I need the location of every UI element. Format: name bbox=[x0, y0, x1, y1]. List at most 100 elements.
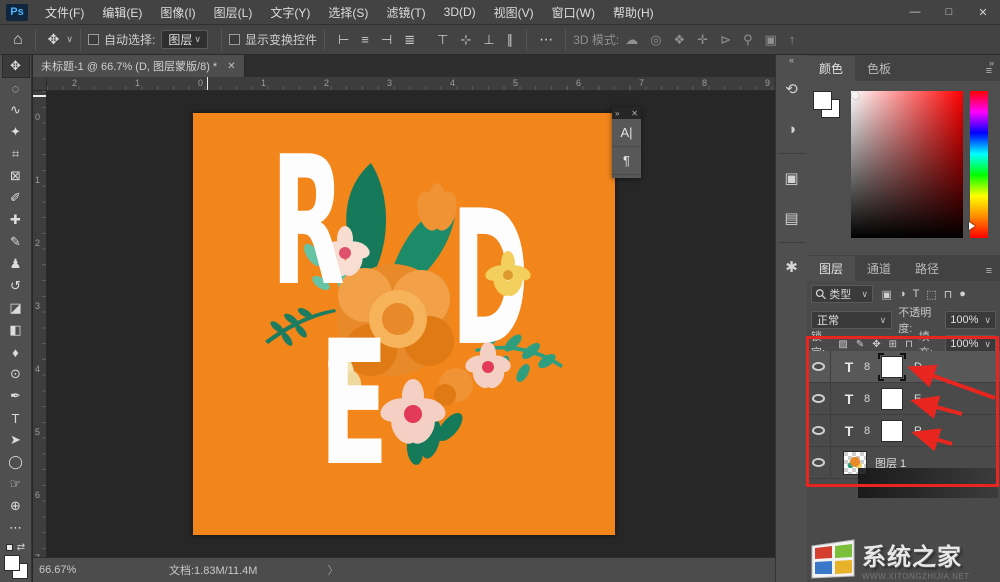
tab-paths[interactable]: 路径 bbox=[903, 256, 951, 281]
menu-layer[interactable]: 图层(L) bbox=[205, 0, 262, 25]
menu-filter[interactable]: 滤镜(T) bbox=[377, 0, 434, 25]
panel-menu-icon[interactable]: ≡ bbox=[986, 265, 992, 281]
hue-slider[interactable] bbox=[969, 91, 988, 238]
ruler-origin[interactable] bbox=[33, 77, 47, 91]
collapse-panels-icon[interactable]: » bbox=[989, 58, 994, 68]
zoom-tool[interactable]: ⊕ bbox=[3, 495, 29, 517]
more-options-icon[interactable]: ⋯ bbox=[534, 31, 558, 48]
clone-stamp-tool[interactable]: ♟ bbox=[3, 253, 29, 275]
auto-select-checkbox[interactable] bbox=[88, 34, 99, 45]
hand-tool[interactable]: ☞ bbox=[3, 473, 29, 495]
menu-type[interactable]: 文字(Y) bbox=[261, 0, 319, 25]
saturation-brightness-field[interactable] bbox=[851, 91, 963, 238]
menu-file[interactable]: 文件(F) bbox=[36, 0, 93, 25]
marquee-tool[interactable]: ◌ bbox=[3, 77, 29, 99]
align-justify-icon[interactable]: ≣ bbox=[398, 32, 421, 48]
color-field-marker[interactable] bbox=[852, 92, 859, 99]
foreground-color-swatch[interactable] bbox=[3, 555, 20, 571]
foreground-color-swatch[interactable] bbox=[813, 91, 832, 110]
blend-mode-dropdown[interactable]: 正常 ∨ bbox=[811, 311, 893, 329]
horizontal-ruler[interactable]: 2 1 0 1 2 3 4 5 6 7 8 9 bbox=[47, 77, 775, 91]
home-icon[interactable]: ⌂ bbox=[8, 31, 28, 49]
magic-wand-tool[interactable]: ✦ bbox=[3, 121, 29, 143]
properties-panel-icon[interactable]: ▤ bbox=[779, 205, 805, 231]
history-panel-icon[interactable]: ⟲ bbox=[779, 76, 805, 102]
tab-swatches[interactable]: 色板 bbox=[855, 56, 903, 81]
opacity-dropdown[interactable]: 100% ∨ bbox=[945, 311, 996, 329]
healing-brush-tool[interactable]: ✚ bbox=[3, 209, 29, 231]
status-chevron-icon[interactable]: 〉 bbox=[327, 562, 338, 578]
auto-select-dropdown[interactable]: 图层 ∨ bbox=[161, 30, 208, 49]
filter-shape-icon[interactable]: ⬚ bbox=[923, 288, 940, 301]
adjustments-panel-icon[interactable]: ◑ bbox=[779, 116, 805, 142]
paragraph-panel-button[interactable]: ¶ bbox=[612, 147, 641, 175]
menu-view[interactable]: 视图(V) bbox=[485, 0, 543, 25]
3d-slide-icon[interactable]: ✛ bbox=[691, 32, 714, 48]
expand-panels-icon[interactable]: « bbox=[789, 55, 794, 69]
character-panel-button[interactable]: A| bbox=[612, 119, 641, 147]
share-panel-icon[interactable]: ✱ bbox=[779, 254, 805, 280]
close-tab-icon[interactable]: ✕ bbox=[227, 61, 235, 72]
show-transform-checkbox[interactable] bbox=[228, 34, 240, 45]
menu-window[interactable]: 窗口(W) bbox=[543, 0, 604, 25]
collapse-icon[interactable]: » bbox=[615, 109, 619, 118]
vertical-ruler[interactable]: 01234567 bbox=[33, 91, 47, 557]
shape-tool[interactable]: ◯ bbox=[3, 451, 29, 473]
filter-toggle-icon[interactable]: ● bbox=[956, 288, 970, 301]
align-top-icon[interactable]: ⊤ bbox=[431, 32, 454, 48]
gradient-tool[interactable]: ◧ bbox=[3, 319, 29, 341]
tab-color[interactable]: 颜色 bbox=[807, 56, 856, 81]
align-middle-icon[interactable]: ⊹ bbox=[454, 32, 477, 48]
brush-tool[interactable]: ✎ bbox=[3, 231, 29, 253]
3d-roll-icon[interactable]: ◎ bbox=[644, 32, 667, 48]
share-icon[interactable]: ↑ bbox=[783, 32, 802, 48]
maximize-button[interactable]: □ bbox=[932, 0, 966, 25]
minimize-button[interactable]: — bbox=[898, 0, 932, 25]
foreground-background-swatches[interactable] bbox=[3, 555, 29, 581]
pen-tool[interactable]: ✒ bbox=[3, 385, 29, 407]
3d-camera-icon[interactable]: ⊳ bbox=[714, 32, 737, 48]
filter-pixel-icon[interactable]: ▣ bbox=[878, 288, 895, 301]
align-left-icon[interactable]: ⊢ bbox=[332, 32, 355, 48]
zoom-level[interactable]: 66.67% bbox=[39, 564, 109, 576]
blur-tool[interactable]: ♦ bbox=[3, 341, 29, 363]
menu-edit[interactable]: 编辑(E) bbox=[93, 0, 151, 25]
align-bottom-icon[interactable]: ⊥ bbox=[477, 32, 500, 48]
align-center-icon[interactable]: ≡ bbox=[355, 32, 375, 48]
frame-tool[interactable]: ⊠ bbox=[3, 165, 29, 187]
libraries-panel-icon[interactable]: ▣ bbox=[779, 165, 805, 191]
distribute-icon[interactable]: ∥ bbox=[501, 32, 520, 48]
canvas[interactable]: R D E bbox=[193, 113, 615, 535]
edit-toolbar[interactable]: ⋯ bbox=[3, 517, 29, 539]
workspace-icon[interactable]: ▣ bbox=[759, 32, 783, 48]
crop-tool[interactable]: ⌗ bbox=[3, 143, 29, 165]
3d-pan-icon[interactable]: ❖ bbox=[668, 32, 692, 48]
menu-select[interactable]: 选择(S) bbox=[319, 0, 377, 25]
close-button[interactable]: ✕ bbox=[966, 0, 1000, 25]
tab-channels[interactable]: 通道 bbox=[855, 256, 903, 281]
layer-filter-dropdown[interactable]: ⚲ 类型 ∨ bbox=[811, 284, 873, 303]
default-colors-icon[interactable]: ⇄ bbox=[5, 541, 25, 553]
align-right-icon[interactable]: ⊣ bbox=[375, 32, 398, 48]
dodge-tool[interactable]: ⊙ bbox=[3, 363, 29, 385]
type-tool[interactable]: T bbox=[3, 407, 29, 429]
move-tool-icon[interactable]: ✥ bbox=[43, 31, 65, 48]
filter-adjustment-icon[interactable]: ◑ bbox=[895, 288, 909, 301]
menu-3d[interactable]: 3D(D) bbox=[435, 0, 485, 25]
3d-orbit-icon[interactable]: ☁ bbox=[619, 32, 644, 48]
filter-type-icon[interactable]: T bbox=[909, 288, 923, 301]
color-swatches[interactable] bbox=[813, 91, 847, 125]
eyedropper-tool[interactable]: ✐ bbox=[3, 187, 29, 209]
swap-colors-icon[interactable]: ⇄ bbox=[17, 542, 25, 553]
menu-image[interactable]: 图像(I) bbox=[151, 0, 204, 25]
path-select-tool[interactable]: ➤ bbox=[3, 429, 29, 451]
document-tab[interactable]: 未标题-1 @ 66.7% (D, 图层蒙版/8) * ✕ bbox=[33, 55, 245, 77]
tool-preset-chevron-icon[interactable]: ∨ bbox=[66, 34, 73, 45]
tab-layers[interactable]: 图层 bbox=[807, 256, 856, 281]
move-tool[interactable]: ✥ bbox=[1, 54, 30, 78]
close-icon[interactable]: ✕ bbox=[631, 109, 638, 118]
history-brush-tool[interactable]: ↺ bbox=[3, 275, 29, 297]
lasso-tool[interactable]: ∿ bbox=[3, 99, 29, 121]
filter-smartobject-icon[interactable]: ⊓ bbox=[940, 288, 956, 301]
hue-slider-handle[interactable] bbox=[969, 222, 975, 230]
